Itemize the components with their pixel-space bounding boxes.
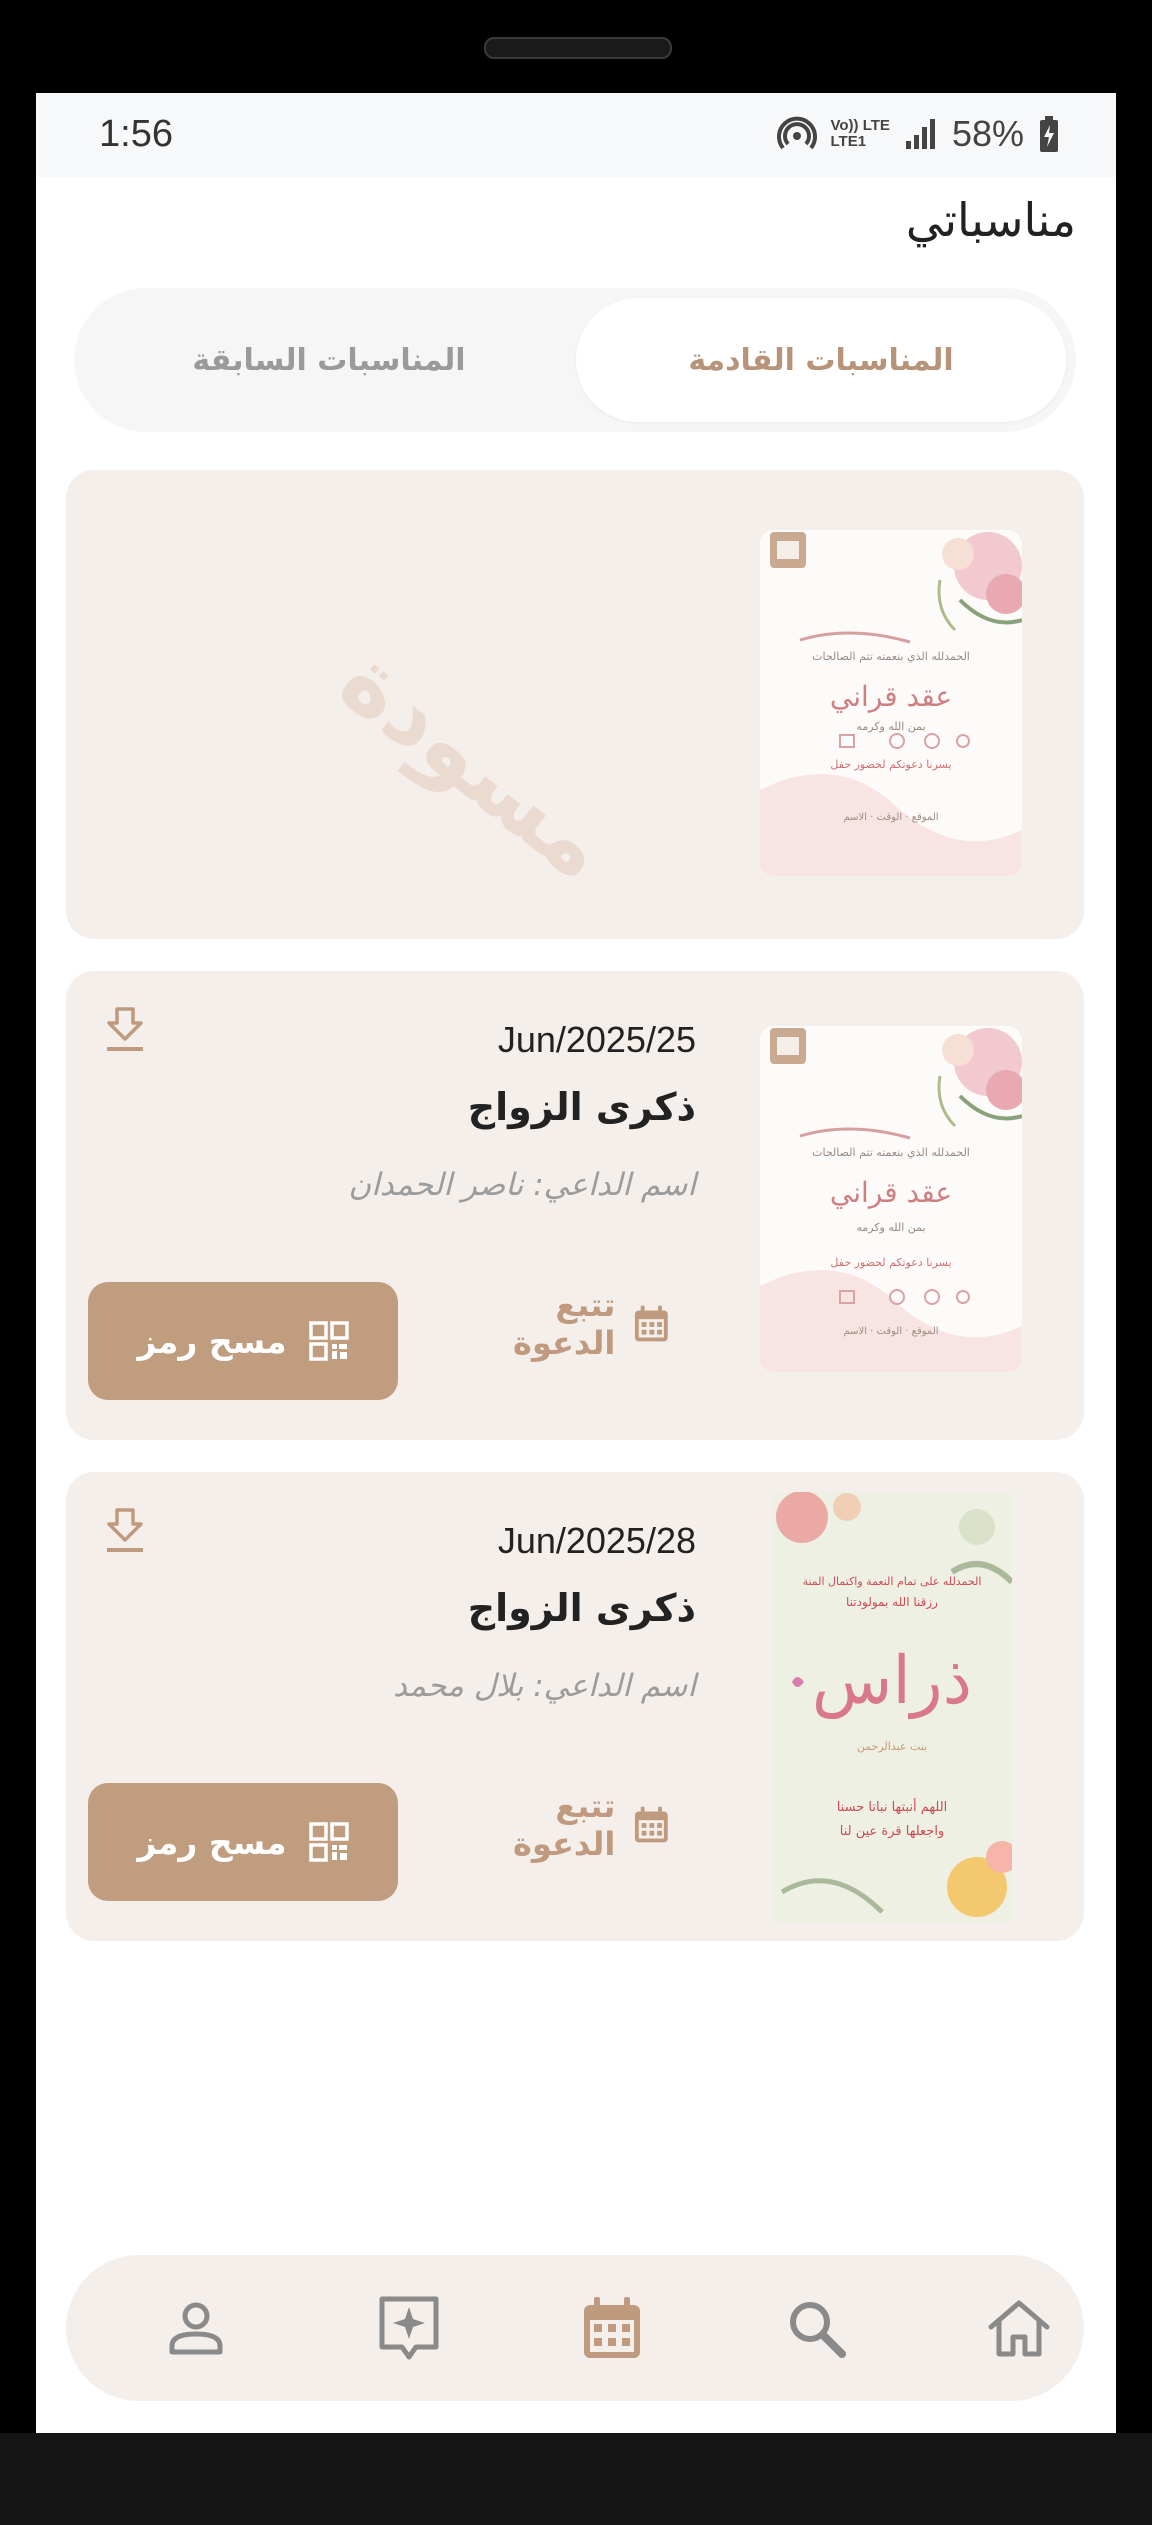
invitation-heading: عقد قراني <box>829 680 953 713</box>
event-host: اسم الداعي: بلال محمد <box>393 1668 696 1704</box>
invitation-name: ذراس <box>811 1642 973 1719</box>
invitation-line2: رزقنا الله بمولودتنا <box>846 1595 938 1609</box>
event-title: ذكرى الزواج <box>467 1085 696 1129</box>
nav-search[interactable] <box>778 2290 854 2366</box>
event-host: اسم الداعي: ناصر الحمدان <box>348 1167 696 1203</box>
event-card[interactable]: Jun/2025/25 ذكرى الزواج اسم الداعي: ناصر… <box>66 971 1084 1440</box>
scan-code-button[interactable]: مسح رمز <box>88 1282 398 1400</box>
invitation-footer: الموقع · الوقت · الاسم <box>843 1326 939 1337</box>
invitation-line1: الحمدلله الذي بنعمته تتم الصالحات <box>812 650 970 663</box>
screen: 1:56 Vo)) LTE LTE1 58% مناسباتي المناسبا… <box>36 93 1116 2433</box>
scan-code-label: مسح رمز <box>137 1822 287 1862</box>
sparkle-tag-icon <box>379 2296 439 2360</box>
battery-charging-icon <box>1040 116 1058 152</box>
invitation-thumbnail[interactable]: الحمدلله على تمام النعمة واكتمال المنة ر… <box>772 1492 1012 1922</box>
download-icon[interactable] <box>104 1005 146 1053</box>
invitation-line1: الحمدلله الذي بنعمته تتم الصالحات <box>812 1146 970 1159</box>
event-card[interactable]: Jun/2025/28 ذكرى الزواج اسم الداعي: بلال… <box>66 1472 1084 1941</box>
download-icon[interactable] <box>104 1506 146 1554</box>
status-time: 1:56 <box>99 113 173 155</box>
track-invitation-button[interactable]: تتبع الدعوة <box>448 1286 670 1362</box>
bottom-navigation <box>66 2255 1084 2401</box>
page-title: مناسباتي <box>905 193 1076 247</box>
earpiece-speaker <box>484 37 672 59</box>
person-icon <box>169 2302 223 2355</box>
battery-percent: 58% <box>951 113 1024 154</box>
nav-profile[interactable] <box>158 2290 234 2366</box>
scan-code-label: مسح رمز <box>137 1321 287 1361</box>
calendar-icon <box>584 2297 640 2358</box>
search-icon <box>790 2302 846 2358</box>
status-bar: 1:56 Vo)) LTE LTE1 58% <box>36 93 1116 177</box>
tab-upcoming-events[interactable]: المناسبات القادمة <box>576 298 1066 422</box>
scan-code-button[interactable]: مسح رمز <box>88 1783 398 1901</box>
track-invitation-label: تتبع الدعوة <box>513 1286 616 1362</box>
invitation-sub: بنت عبدالرحمن <box>856 1740 928 1753</box>
qr-code-icon <box>308 1822 349 1862</box>
calendar-icon <box>635 1305 669 1342</box>
invitation-thumbnail[interactable]: عقد قراني الحمدلله الذي بنعمته تتم الصال… <box>760 1026 1022 1372</box>
invitation-heading: عقد قراني <box>829 1176 953 1209</box>
invitation-line3: اللهم أنبتها نباتا حسنا <box>836 1800 948 1815</box>
invitation-line2: بمن الله وكرمه <box>856 720 926 733</box>
qr-code-icon <box>308 1321 349 1361</box>
invitation-line2: بمن الله وكرمه <box>856 1221 926 1234</box>
invitation-thumbnail[interactable]: عقد قراني الحمدلله الذي بنعمته تتم الصال… <box>760 530 1022 876</box>
track-invitation-label: تتبع الدعوة <box>513 1787 616 1863</box>
event-date: Jun/2025/25 <box>497 1019 696 1060</box>
phone-bottom-bezel <box>0 2433 1152 2525</box>
event-card-draft[interactable]: مسودة عقد قراني الحمدلله الذي بنعمته تتم… <box>66 470 1084 939</box>
invitation-line4: واجعلها قرة عين لنا <box>839 1824 945 1839</box>
status-icons: Vo)) LTE LTE1 58% <box>776 111 1061 157</box>
hotspot-icon <box>776 116 817 150</box>
event-date: Jun/2025/28 <box>497 1520 696 1561</box>
invitation-line3: يسرنا دعوتكم لحضور حفل <box>830 1256 952 1269</box>
track-invitation-button[interactable]: تتبع الدعوة <box>448 1787 670 1863</box>
events-tab-bar: المناسبات القادمة المناسبات السابقة <box>74 288 1076 432</box>
network-type-label: Vo)) LTE LTE1 <box>830 117 890 150</box>
invitation-line1: الحمدلله على تمام النعمة واكتمال المنة <box>802 1575 982 1588</box>
home-icon <box>988 2300 1050 2357</box>
nav-events[interactable] <box>574 2290 650 2366</box>
nav-home[interactable] <box>981 2290 1057 2366</box>
draft-watermark: مسودة <box>320 625 631 902</box>
tab-past-events[interactable]: المناسبات السابقة <box>84 298 574 422</box>
calendar-icon <box>635 1806 669 1843</box>
event-title: ذكرى الزواج <box>467 1586 696 1630</box>
phone-frame: 1:56 Vo)) LTE LTE1 58% مناسباتي المناسبا… <box>0 0 1152 2525</box>
nav-offers[interactable] <box>371 2290 447 2366</box>
invitation-footer: الموقع · الوقت · الاسم <box>843 812 939 823</box>
signal-icon <box>905 119 935 149</box>
invitation-line3: يسرنا دعوتكم لحضور حفل <box>830 758 952 771</box>
